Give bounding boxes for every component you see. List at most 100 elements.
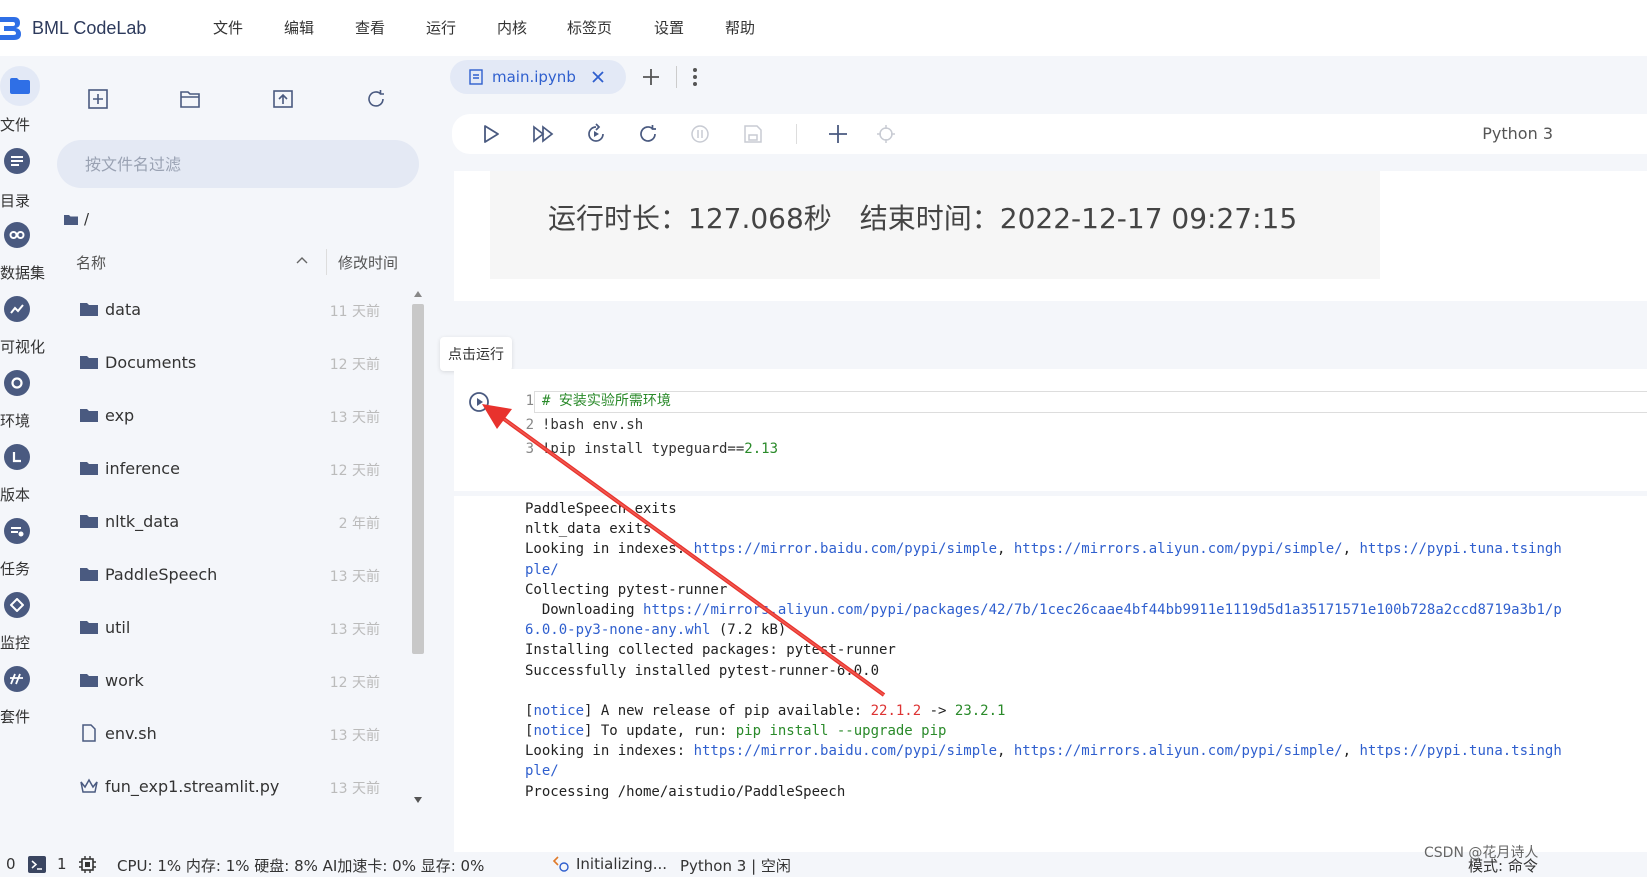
menu-file[interactable]: 文件 [213,17,243,38]
runtime-info: 运行时长：127.068秒 结束时间：2022-12-17 09:27:15 [548,202,1298,235]
cpu-icon [79,856,96,873]
code-text: !bash env.sh [542,417,644,433]
file-name: data [105,300,142,319]
scroll-down-icon[interactable] [413,796,423,804]
output-line: Processing /home/aistudio/PaddleSpeech [525,783,846,800]
file-modified: 12 天前 [329,463,380,479]
list-item[interactable]: data 11 天前 [48,284,410,336]
close-icon[interactable] [592,71,604,83]
list-item[interactable]: PaddleSpeech 13 天前 [48,549,410,601]
list-item[interactable]: inference 12 天前 [48,443,410,495]
file-name: Documents [105,353,197,372]
sort-asc-icon[interactable] [296,256,308,264]
folder-icon [80,356,98,369]
code-text: # 安装实验所需环境 [542,393,671,409]
version-icon [4,444,30,470]
interrupt-icon[interactable] [689,123,711,145]
run-cell-icon[interactable] [468,391,490,413]
menu-kernel[interactable]: 内核 [497,17,527,38]
sidebar-item-label: 监控 [0,634,31,652]
code-text: !pip install typeguard==2.13 [542,441,779,457]
run-all-icon[interactable] [532,123,554,145]
crown-icon [80,778,98,793]
upload-icon[interactable] [272,88,294,110]
save-icon[interactable] [742,123,764,145]
dataset-icon [4,222,30,248]
list-item[interactable]: fun_exp1.streamlit.py 13 天前 [48,761,410,804]
list-item[interactable]: nltk_data 2 年前 [48,496,410,548]
suite-icon [4,666,30,692]
menu-view[interactable]: 查看 [355,17,385,38]
menu-run[interactable]: 运行 [426,17,456,38]
more-icon[interactable] [692,67,698,87]
monitor-icon [4,592,30,618]
app-name: BML CodeLab [32,17,147,38]
refresh-icon[interactable] [365,88,387,110]
list-item[interactable]: Documents 12 天前 [48,337,410,389]
menu-settings[interactable]: 设置 [654,17,684,38]
sidebar-item-label: 环境 [0,412,31,430]
environment-icon [4,370,30,396]
file-list: data 11 天前 Documents 12 天前 exp 13 天前 inf… [48,284,410,804]
status-bar: 0 1 CPU: 1% 内存: 1% 硬盘: 8% AI加速卡: 0% 显存: … [0,845,1647,877]
locate-icon[interactable] [875,123,897,145]
output-line: PaddleSpeech exits [525,501,677,517]
breadcrumb[interactable]: / [64,210,89,228]
restart-run-icon[interactable] [585,123,607,145]
toc-icon [4,148,30,174]
status-count-1[interactable]: 1 [57,855,67,873]
file-name: fun_exp1.streamlit.py [105,777,280,796]
line-number: 3 [525,441,534,457]
cell-output: PaddleSpeech exits nltk_data exits Looking… [454,496,1647,852]
toolbar-divider [796,124,797,144]
file-modified: 13 天前 [329,622,380,638]
run-icon[interactable] [480,123,502,145]
tab-main-ipynb[interactable]: main.ipynb [450,60,626,94]
code-editor[interactable]: 1 # 安装实验所需环境 2 !bash env.sh 3 !pip install … [510,389,778,461]
output-line: nltk_data exits [525,521,652,538]
menu-edit[interactable]: 编辑 [284,17,314,38]
notebook-toolbar: Python 3 [452,114,1647,154]
add-cell-icon[interactable] [827,123,849,145]
new-tab-icon[interactable] [642,68,660,86]
column-modified-header[interactable]: 修改时间 [338,252,398,273]
menu-tabs[interactable]: 标签页 [567,17,612,38]
list-item[interactable]: util 13 天前 [48,602,410,654]
scrollbar-thumb[interactable] [412,304,424,654]
file-modified: 13 天前 [329,728,380,744]
status-count-0[interactable]: 0 [6,855,16,873]
code-line: 3 !pip install typeguard==2.13 [510,437,778,461]
file-list-scrollbar[interactable] [410,288,426,808]
file-name: util [105,618,131,637]
filter-field [57,140,419,188]
scroll-up-icon[interactable] [413,290,423,298]
column-name-header[interactable]: 名称 [76,252,106,273]
output-line: [notice] To update, run: pip install --u… [525,723,947,740]
list-item[interactable]: env.sh 13 天前 [48,708,410,760]
tab-label: main.ipynb [492,68,576,86]
restart-kernel-icon[interactable] [637,123,659,145]
line-number: 1 [525,393,534,409]
code-cell[interactable]: 1 # 安装实验所需环境 2 !bash env.sh 3 !pip install … [454,369,1647,491]
output-line: Looking in indexes: https://mirror.baidu… [525,541,1562,558]
output-line: [notice] A new release of pip available:… [525,702,1006,719]
file-filter-input[interactable] [57,140,419,188]
kernel-name[interactable]: Python 3 [1482,124,1553,143]
run-tooltip: 点击运行 [440,337,512,371]
kernel-info[interactable]: Python 3 | 空闲 [680,855,791,876]
file-modified: 12 天前 [329,675,380,691]
activity-bar: 文件 目录 数据集 可视化 环境 版本 任务 监控 套件 [0,56,48,852]
file-modified: 13 天前 [329,569,380,585]
menu-help[interactable]: 帮助 [725,17,755,38]
terminal-icon[interactable] [28,856,46,873]
output-line: ple/ [525,561,559,578]
list-item[interactable]: work 12 天前 [48,655,410,707]
file-name: inference [105,459,180,478]
chart-icon [4,296,30,322]
new-file-icon[interactable] [87,88,109,110]
list-item[interactable]: exp 13 天前 [48,390,410,442]
code-line: 1 # 安装实验所需环境 [510,389,778,413]
new-folder-icon[interactable] [179,88,201,110]
folder-icon [80,674,98,687]
file-modified: 13 天前 [329,781,380,797]
